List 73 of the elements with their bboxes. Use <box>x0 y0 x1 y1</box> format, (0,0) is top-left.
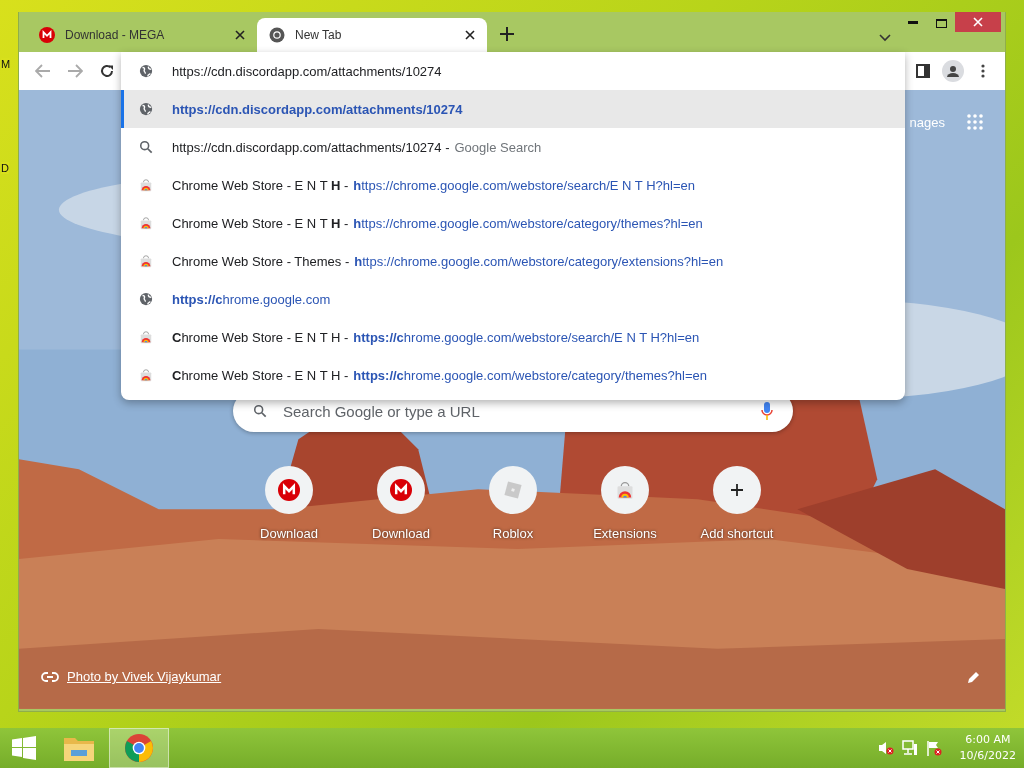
globe-icon <box>139 292 153 306</box>
globe-icon <box>139 64 153 78</box>
link-icon <box>41 671 59 682</box>
shopping-bag-icon <box>139 368 153 382</box>
shopping-bag-icon <box>139 254 153 268</box>
reload-icon <box>99 63 115 79</box>
suggestion-url: https://chrome.google.com/webstore/category/themes?hl=en <box>353 367 707 383</box>
desktop-icon-label: M <box>1 58 11 70</box>
close-icon[interactable] <box>235 30 245 40</box>
suggestion-url: https://chrome.google.com/webstore/category/extensions?hl=en <box>354 253 724 269</box>
side-panel-icon <box>916 64 930 78</box>
forward-arrow-icon <box>67 64 83 78</box>
windows-logo-icon <box>12 736 36 760</box>
clock-time: 6:00 AM <box>965 732 1011 748</box>
chrome-logo-icon <box>125 734 153 762</box>
suggestion-url: https://chrome.google.com/webstore/search/E N T H?hl=en <box>353 329 700 345</box>
suggestion-title: Chrome Web Store - Themes - <box>172 253 350 269</box>
suggestion-item[interactable]: https://cdn.discordapp.com/attachments/10274 - Google Search <box>121 128 905 166</box>
search-field[interactable]: Search Google or type a URL <box>281 401 747 421</box>
search-icon <box>139 140 153 154</box>
plus-icon <box>729 482 745 498</box>
shortcut-tile[interactable]: Roblox <box>457 466 569 541</box>
close-icon[interactable] <box>465 30 475 40</box>
shopping-bag-icon <box>139 216 153 230</box>
shortcut-tile[interactable]: Download <box>345 466 457 541</box>
suggestion-url: https://chrome.google.com <box>172 291 331 307</box>
browser-tab[interactable]: Download - MEGA <box>27 18 257 52</box>
mega-logo-icon <box>278 479 300 501</box>
suggestion-item[interactable]: https://chrome.google.com <box>121 280 905 318</box>
photo-credit-link[interactable]: Photo by Vivek Vijaykumar <box>67 669 222 684</box>
suggestion-item[interactable]: Chrome Web Store - Themes - https://chrome.google.com/webstore/category/extensions?hl=en <box>121 242 905 280</box>
suggestion-source: Google Search <box>454 139 542 155</box>
suggestion-url: https://chrome.google.com/webstore/category/themes?hl=en <box>353 215 703 231</box>
plus-icon <box>500 27 514 41</box>
minimize-icon <box>908 21 918 25</box>
shortcut-tile[interactable]: Extensions <box>569 466 681 541</box>
suggestion-title: Chrome Web Store - E N T H - <box>172 367 349 383</box>
maximize-icon <box>935 18 947 28</box>
suggestion-url: https://cdn.discordapp.com/attachments/10274 <box>172 101 463 117</box>
pencil-icon[interactable] <box>967 669 981 684</box>
suggestion-item[interactable]: https://cdn.discordapp.com/attachments/10274 <box>121 90 905 128</box>
chrome-logo-icon <box>269 27 285 43</box>
mega-logo-icon <box>390 479 412 501</box>
suggestion-url: https://chrome.google.com/webstore/search/E N T H?hl=en <box>353 177 695 193</box>
suggestion-item[interactable]: Chrome Web Store - E N T H - https://chrome.google.com/webstore/search/E N T H?hl=en <box>121 166 905 204</box>
clock-date: 10/6/2022 <box>959 748 1016 764</box>
back-arrow-icon <box>35 64 51 78</box>
suggestion-item[interactable]: Chrome Web Store - E N T H - https://chrome.google.com/webstore/search/E N T H?hl=en <box>121 318 905 356</box>
shopping-bag-icon <box>615 480 635 500</box>
microphone-icon[interactable] <box>761 402 773 420</box>
suggestion-title: Chrome Web Store - E N T H - <box>172 329 349 345</box>
muted-speaker-icon[interactable] <box>877 740 894 756</box>
chevron-down-icon <box>879 34 891 42</box>
search-icon <box>253 404 267 418</box>
shopping-bag-icon <box>139 178 153 192</box>
shortcut-tile[interactable]: Add shortcut <box>681 466 793 541</box>
suggestion-title: Chrome Web Store - E N T H - <box>172 215 349 231</box>
close-icon <box>973 17 983 27</box>
suggestion-item[interactable]: Chrome Web Store - E N T H - https://chrome.google.com/webstore/category/themes?hl=en <box>121 204 905 242</box>
suggestion-title: Chrome Web Store - E N T H - <box>172 177 349 193</box>
shopping-bag-icon <box>139 330 153 344</box>
globe-icon <box>139 102 153 116</box>
browser-tab[interactable]: New Tab <box>257 18 487 52</box>
person-icon <box>947 65 959 77</box>
taskbar-app[interactable] <box>110 729 168 767</box>
flag-icon[interactable] <box>925 740 942 756</box>
shortcut-tile[interactable]: Download <box>233 466 345 541</box>
menu-icon <box>981 64 985 78</box>
desktop-icon-label: D <box>1 162 9 174</box>
mega-logo-icon <box>39 27 55 43</box>
address-field[interactable]: https://cdn.discordapp.com/attachments/10274 <box>172 63 772 79</box>
suggestion-item[interactable]: Chrome Web Store - E N T H - https://chrome.google.com/webstore/category/themes?hl=en <box>121 356 905 394</box>
suggestion-title: https://cdn.discordapp.com/attachments/10274 - <box>172 139 450 155</box>
